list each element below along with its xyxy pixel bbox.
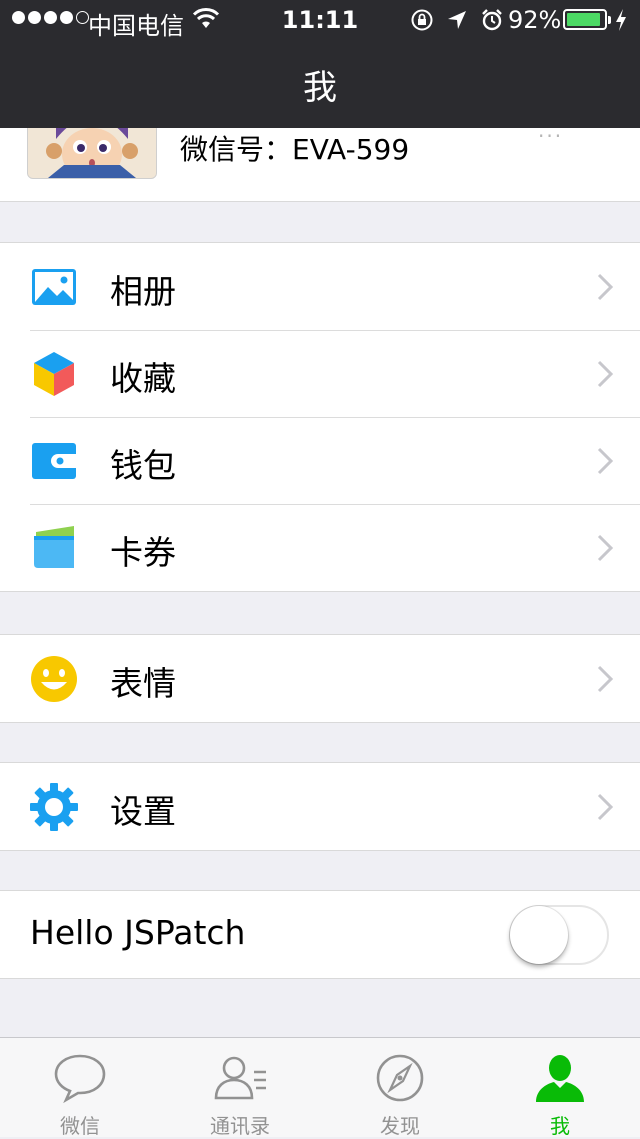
rotation-lock-icon (411, 9, 433, 31)
location-arrow-icon (448, 11, 466, 29)
menu-group-1: 相册 收藏 钱包 卡券 (0, 242, 640, 592)
menu-item-wallet[interactable]: 钱包 (0, 417, 640, 504)
tab-label: 微信 (60, 1114, 100, 1138)
page-title: 我 (303, 68, 337, 108)
menu-item-label: 相册 (110, 272, 176, 311)
tab-label: 发现 (380, 1114, 420, 1138)
card-coupon-icon (34, 526, 74, 568)
alarm-icon (482, 9, 502, 31)
signal-strength-icon (12, 11, 89, 24)
gear-icon (30, 783, 78, 831)
menu-item-label: Hello JSPatch (30, 913, 246, 952)
chevron-right-icon (597, 793, 614, 821)
tab-me[interactable]: 我 (480, 1038, 640, 1138)
menu-item-hello-jspatch: Hello JSPatch (0, 891, 640, 978)
menu-item-label: 钱包 (110, 446, 176, 485)
chevron-right-icon (597, 665, 614, 693)
menu-item-favorites[interactable]: 收藏 (0, 330, 640, 417)
tab-bar: 微信 通讯录 发现 我 (0, 1037, 640, 1138)
menu-item-settings[interactable]: 设置 (0, 763, 640, 850)
wechat-id: 微信号：EVA-599 (180, 133, 410, 166)
navigation-bar: 中国电信 11:11 92% 我 (0, 0, 640, 128)
tab-contacts[interactable]: 通讯录 (160, 1038, 320, 1138)
menu-item-label: 设置 (110, 792, 176, 831)
chevron-right-icon (597, 273, 614, 301)
battery-icon (563, 9, 611, 30)
menu-item-stickers[interactable]: 表情 (0, 635, 640, 722)
menu-item-label: 卡券 (110, 533, 176, 572)
wallet-icon (32, 443, 76, 479)
chevron-right-icon (597, 447, 614, 475)
contacts-icon (214, 1056, 266, 1100)
tab-discover[interactable]: 发现 (320, 1038, 480, 1138)
chevron-right-icon (597, 360, 614, 388)
charging-bolt-icon (616, 9, 626, 31)
favorites-cube-icon (34, 352, 74, 396)
carrier-name: 中国电信 (88, 12, 184, 40)
chat-bubble-icon (54, 1054, 106, 1104)
tab-label: 我 (550, 1114, 570, 1138)
status-bar: 中国电信 11:11 92% (0, 0, 640, 40)
menu-group-3: 设置 (0, 762, 640, 851)
hello-jspatch-toggle[interactable] (509, 905, 609, 965)
menu-group-4: Hello JSPatch (0, 890, 640, 979)
chevron-right-icon (597, 534, 614, 562)
photo-album-icon (32, 269, 76, 305)
smiley-icon (31, 656, 77, 702)
person-icon (536, 1055, 584, 1102)
tab-label: 通讯录 (210, 1114, 270, 1138)
toggle-knob (510, 906, 568, 964)
menu-item-album[interactable]: 相册 (0, 243, 640, 330)
menu-item-label: 表情 (110, 664, 176, 703)
wifi-icon (192, 8, 220, 28)
tab-wechat[interactable]: 微信 (0, 1038, 160, 1138)
compass-icon (376, 1054, 424, 1102)
menu-group-2: 表情 (0, 634, 640, 723)
menu-item-card-coupon[interactable]: 卡券 (0, 504, 640, 591)
battery-percent: 92% (508, 6, 562, 34)
profile-card[interactable]: 微信号：EVA-599 ··· (0, 98, 640, 202)
menu-item-label: 收藏 (110, 359, 176, 398)
